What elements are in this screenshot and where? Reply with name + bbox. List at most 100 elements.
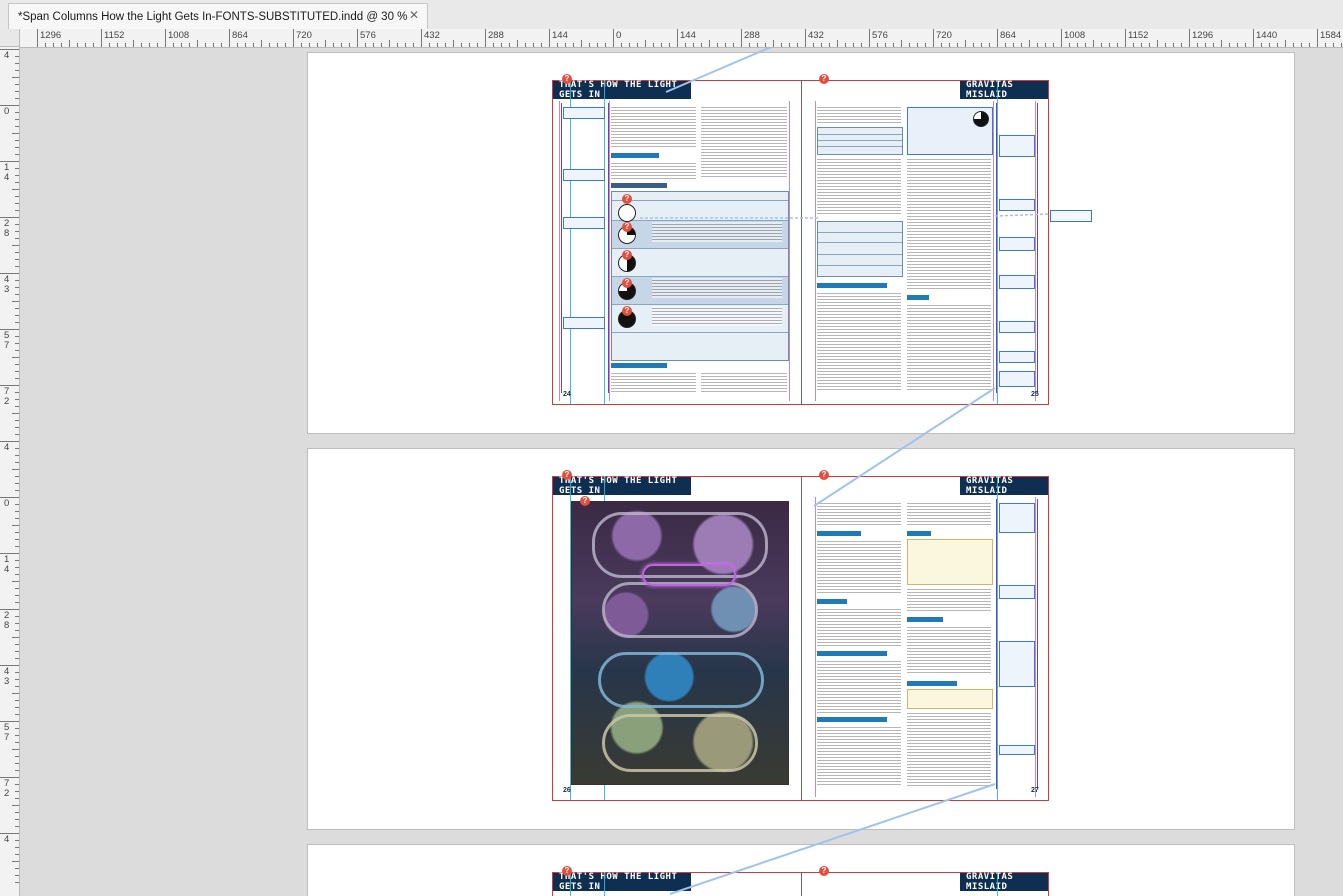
text-frame[interactable] [611,105,696,147]
ruler-minor-tick [301,43,302,47]
overset-alert-icon[interactable]: ? [622,250,632,260]
sidebar-note[interactable] [999,503,1035,533]
callout-box[interactable] [907,539,993,585]
text-frame[interactable] [701,371,787,393]
map-corridor [602,714,758,772]
text-frame[interactable] [907,587,991,613]
ruler-minor-tick [133,40,134,47]
ruler-minor-tick [15,623,19,624]
ruler-minor-tick [285,43,286,47]
spread-3[interactable]: THAT'S HOW THE LIGHT GETS IN GRAVITAS MI… [552,872,1049,896]
dimension-table[interactable] [817,127,903,155]
document-tab[interactable]: *Span Columns How the Light Gets In-FONT… [8,3,428,29]
text-frame[interactable] [907,711,991,787]
sidebar-note[interactable] [999,585,1035,599]
text-frame[interactable] [907,625,991,675]
margin-guide [609,101,610,401]
sidebar-note[interactable] [563,107,605,119]
ruler-origin[interactable] [0,29,20,47]
overset-alert-icon[interactable]: ? [580,496,590,506]
overset-alert-icon[interactable]: ? [622,306,632,316]
running-head-left[interactable]: THAT'S HOW THE LIGHT GETS IN [553,476,691,496]
close-icon[interactable]: ✕ [409,8,419,22]
sidebar-note[interactable] [999,745,1035,755]
map-corridor [598,652,764,708]
sidebar-note[interactable] [563,169,605,181]
table-cell-text [652,222,782,242]
text-frame[interactable] [907,501,991,527]
table-row [818,134,902,135]
running-head-left[interactable]: THAT'S HOW THE LIGHT GETS IN [553,872,691,892]
heading-emerald-inferences [817,531,861,536]
ruler-minor-tick [845,43,846,47]
crew-status-table[interactable] [817,221,903,277]
ruler-major-tick [0,385,19,386]
text-frame[interactable] [817,539,901,595]
text-frame[interactable] [907,157,991,291]
pasteboard-note-frame[interactable] [1050,210,1092,222]
ruler-minor-tick [15,203,19,204]
sidebar-note[interactable] [999,321,1035,333]
ruler-minor-tick [509,43,510,47]
text-frame[interactable] [817,157,901,215]
text-frame[interactable] [907,303,991,391]
overset-alert-icon[interactable]: ? [819,74,829,84]
overset-alert-icon[interactable]: ? [819,866,829,876]
crew-vigilance-table[interactable] [611,191,789,361]
spread-1[interactable]: THAT'S HOW THE LIGHT GETS IN GRAVITAS MI… [552,80,1049,405]
sidebar-note[interactable] [563,317,605,329]
sidebar-note[interactable] [999,275,1035,289]
running-head-right[interactable]: GRAVITAS MISLAID [960,872,1048,892]
text-frame[interactable] [701,105,787,179]
sidebar-note[interactable] [999,135,1035,157]
ruler-minor-tick [453,40,454,47]
ruler-minor-tick [15,336,19,337]
overset-alert-icon[interactable]: ? [562,866,572,876]
running-head-right[interactable]: GRAVITAS MISLAID [960,476,1048,496]
overset-alert-icon[interactable]: ? [622,222,632,232]
vertical-ruler[interactable]: 4 0 1 4 2 8 4 3 5 7 7 2 4 0 1 4 2 8 4 3 5 7 7 2 4 [0,47,20,896]
callout-box[interactable] [907,689,993,709]
running-head-left[interactable]: THAT'S HOW THE LIGHT GETS IN [553,80,691,100]
text-frame[interactable] [817,501,901,527]
ruler-minor-tick [12,749,19,750]
text-frame[interactable] [817,725,901,787]
text-frame[interactable] [817,659,901,713]
ruler-minor-tick [661,43,662,47]
horizontal-ruler[interactable]: 1296 1152 1008 864 720 576 432 288 144 0 144 288 432… [20,29,1343,48]
ruler-major-tick [0,161,19,162]
ruler-minor-tick [717,43,718,47]
overset-alert-icon[interactable]: ? [622,194,632,204]
text-frame[interactable] [817,105,901,125]
running-head-right[interactable]: GRAVITAS MISLAID [960,80,1048,100]
ruler-minor-tick [15,791,19,792]
ruler-minor-tick [15,595,19,596]
overset-alert-icon[interactable]: ? [562,74,572,84]
sidebar-note[interactable] [563,217,605,229]
ruler-label: 1296 [40,30,62,41]
sidebar-note[interactable] [999,351,1035,363]
text-frame[interactable] [817,607,901,647]
starship-map-illustration[interactable] [571,501,789,785]
overset-alert-icon[interactable]: ? [819,470,829,480]
ruler-label: 2 8 [4,610,10,631]
ruler-minor-tick [15,854,19,855]
text-frame[interactable] [611,161,696,179]
sidebar-note[interactable] [999,237,1035,251]
ruler-minor-tick [685,43,686,47]
ruler-label: 2 8 [4,218,10,239]
spread-2[interactable]: THAT'S HOW THE LIGHT GETS IN GRAVITAS MI… [552,476,1049,801]
overset-alert-icon[interactable]: ? [622,278,632,288]
overset-alert-icon[interactable]: ? [562,470,572,480]
pasteboard[interactable]: THAT'S HOW THE LIGHT GETS IN GRAVITAS MI… [20,48,1343,896]
sidebar-note[interactable] [999,371,1035,387]
sidebar-note[interactable] [999,641,1035,687]
text-frame[interactable] [817,291,901,391]
ruler-major-tick [997,29,998,47]
ruler-minor-tick [15,448,19,449]
text-frame[interactable] [611,371,696,393]
vigilance-pie-icon [618,204,636,222]
sidebar-note[interactable] [999,199,1035,211]
ruler-minor-tick [173,43,174,47]
sidebar-left[interactable] [561,103,609,393]
